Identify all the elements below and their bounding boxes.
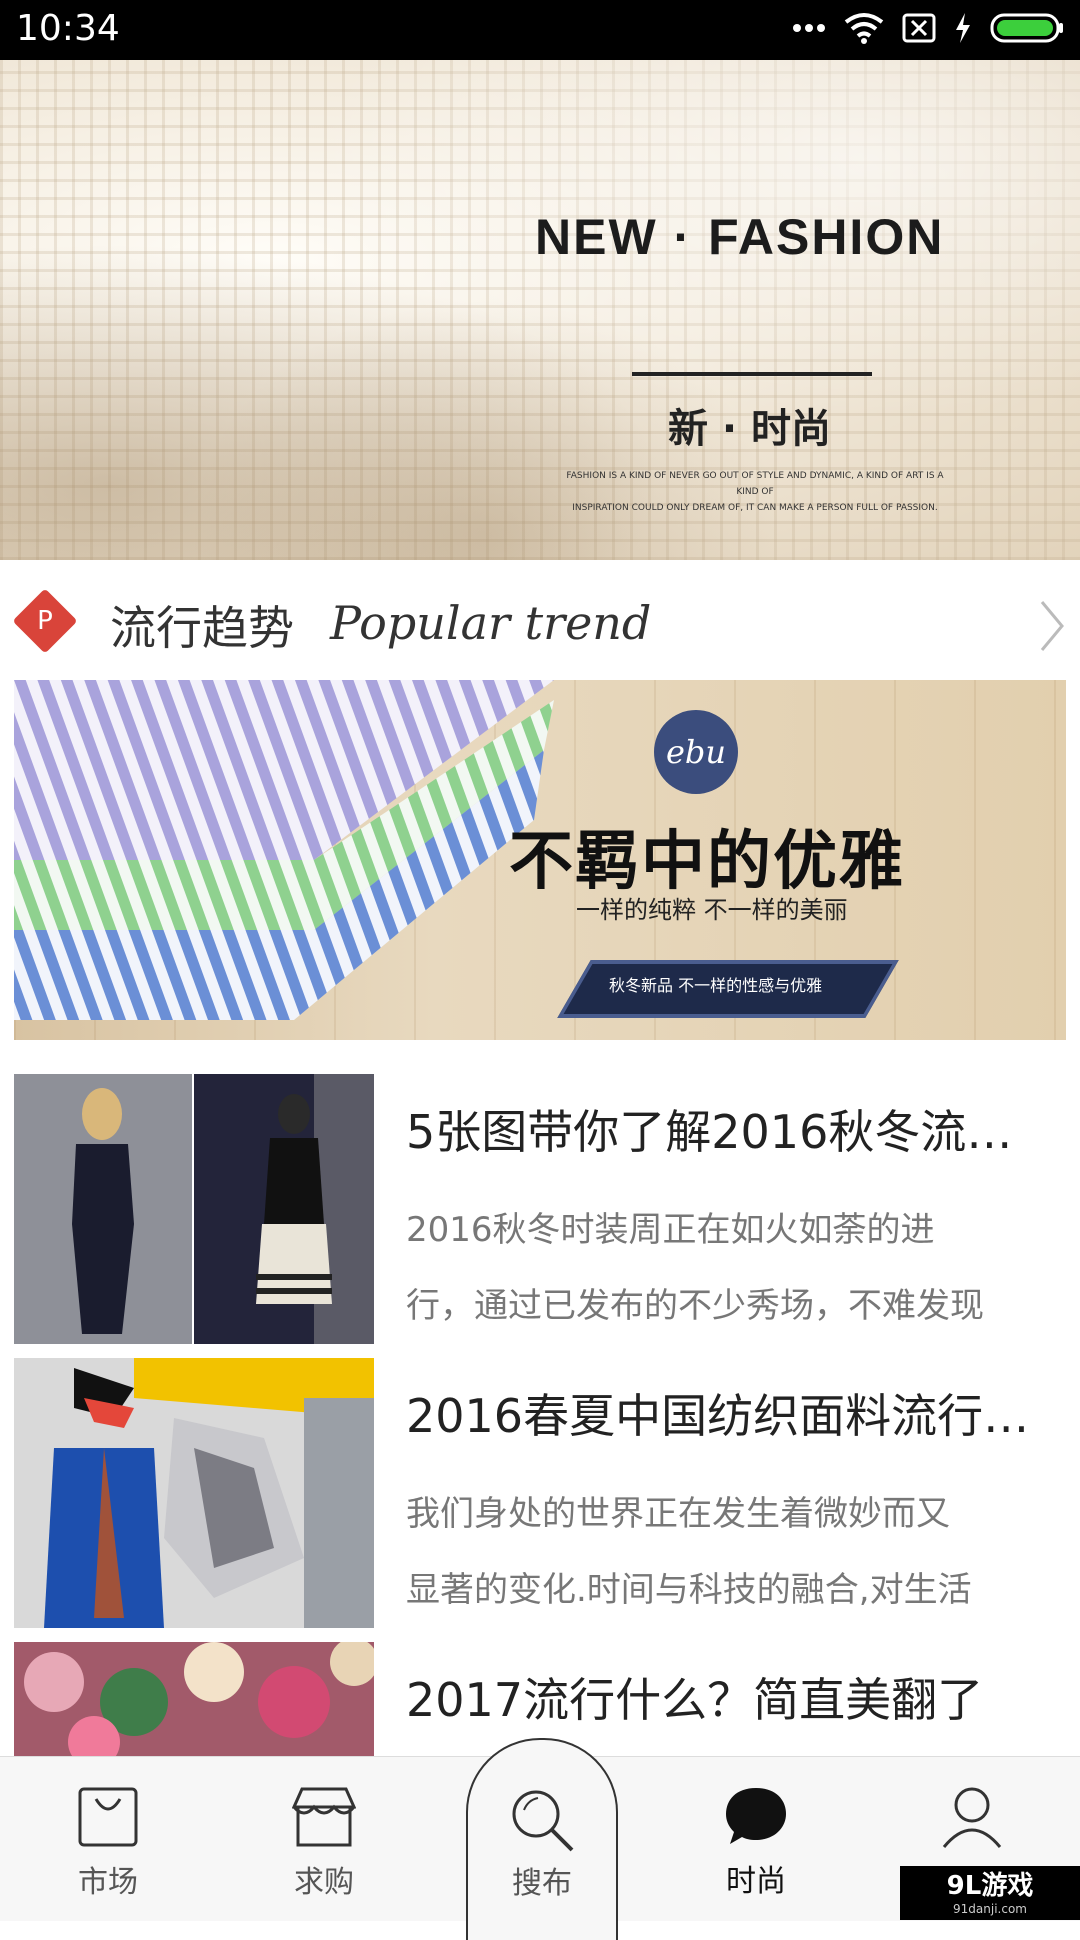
article-desc-line: 显著的变化.时间与科技的融合,对生活 — [406, 1570, 972, 1610]
hero-subtitle: 新 · 时尚 — [668, 406, 832, 452]
article-title: 2016春夏中国纺织面料流行趋势 — [406, 1389, 1056, 1443]
hero-title: NEW · FASHION — [535, 209, 945, 265]
battery-icon — [990, 13, 1063, 43]
no-sim-icon — [902, 13, 936, 43]
promo-tag-text: 秋冬新品 不一样的性感与优雅 — [609, 976, 823, 995]
section-title-en: Popular trend — [330, 596, 652, 650]
p-badge-letter: P — [37, 606, 53, 636]
section-title-cn: 流行趋势 — [110, 601, 294, 655]
tab-search[interactable]: 搜布 — [466, 1738, 618, 1940]
status-time: 10:34 — [16, 8, 120, 49]
charging-icon — [956, 13, 970, 43]
tab-label: 市场 — [78, 1865, 138, 1900]
textile-thumbnail — [14, 1358, 374, 1628]
hero-fine-print: FASHION IS A KIND OF NEVER GO OUT OF STY… — [560, 468, 950, 516]
runway-thumbnail — [14, 1074, 374, 1344]
article-item[interactable]: 5张图带你了解2016秋冬流行趋势 2016秋冬时装周正在如火如荼的进 行，通过… — [14, 1074, 1066, 1344]
tab-fashion[interactable]: 时尚 — [648, 1756, 864, 1920]
status-bar: 10:34 — [0, 0, 1080, 60]
article-desc-line: 行，通过已发布的不少秀场，不难发现 — [406, 1286, 984, 1326]
store-icon — [292, 1787, 356, 1847]
watermark-logo: 9L游戏 91danji.com — [900, 1866, 1080, 1920]
user-icon — [942, 1787, 1002, 1848]
watermark-sub: 91danji.com — [953, 1902, 1027, 1916]
more-dots-icon — [793, 24, 825, 32]
hero-divider — [632, 372, 872, 376]
tab-purchase[interactable]: 求购 — [216, 1757, 432, 1921]
shopping-bag-icon — [78, 1787, 138, 1847]
article-desc: 2016秋冬时装周正在如火如荼的进 行，通过已发布的不少秀场，不难发现 — [406, 1192, 1046, 1344]
hero-fine-line: INSPIRATION COULD ONLY DREAM OF, IT CAN … — [572, 503, 938, 513]
hero-fine-line: FASHION IS A KIND OF NEVER GO OUT OF STY… — [566, 471, 944, 497]
tab-label: 求购 — [294, 1865, 354, 1900]
tab-label: 搜布 — [512, 1866, 572, 1901]
hero-banner[interactable]: NEW · FASHION 新 · 时尚 FASHION IS A KIND O… — [0, 60, 1080, 560]
article-title: 5张图带你了解2016秋冬流行趋势 — [406, 1105, 1056, 1159]
tab-market[interactable]: 市场 — [0, 1757, 216, 1921]
floral-thumbnail — [14, 1642, 374, 1756]
brand-logo: ebu — [654, 710, 738, 794]
search-icon — [512, 1790, 574, 1852]
article-desc: 我们身处的世界正在发生着微妙而又 显著的变化.时间与科技的融合,对生活 — [406, 1476, 1046, 1628]
article-title: 2017流行什么？简直美翻了 — [406, 1673, 984, 1727]
chevron-right-icon[interactable] — [1038, 598, 1066, 654]
chat-bubble-icon — [726, 1788, 786, 1844]
wifi-icon — [844, 13, 884, 44]
promo-title: 不羁中的优雅 — [509, 825, 905, 899]
striped-fabric-image — [14, 680, 554, 1020]
watermark-text: 9L游戏 — [946, 1871, 1034, 1901]
promo-subtitle: 一样的纯粹 不一样的美丽 — [576, 896, 848, 924]
article-desc-line: 我们身处的世界正在发生着微妙而又 — [406, 1494, 950, 1534]
article-item[interactable]: 2016春夏中国纺织面料流行趋势 我们身处的世界正在发生着微妙而又 显著的变化.… — [14, 1358, 1066, 1628]
article-desc-line: 2016秋冬时装周正在如火如荼的进 — [406, 1210, 935, 1250]
status-icons — [792, 12, 1064, 44]
promo-banner[interactable]: ebu 不羁中的优雅 一样的纯粹 不一样的美丽 秋冬新品 不一样的性感与优雅 — [14, 680, 1066, 1040]
tab-label: 时尚 — [726, 1864, 786, 1899]
